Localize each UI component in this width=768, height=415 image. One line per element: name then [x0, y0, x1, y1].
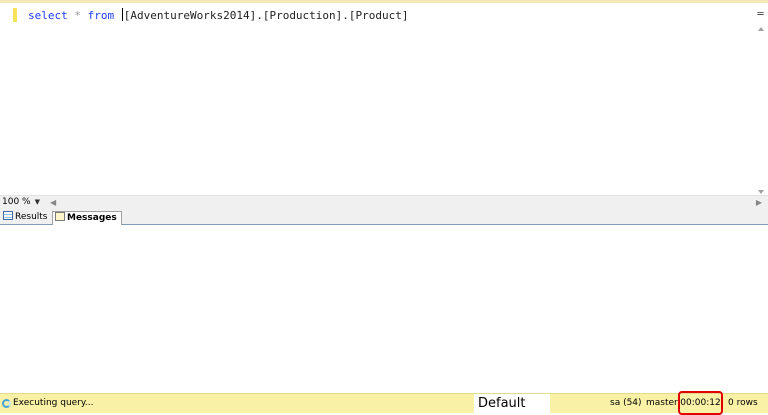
tab-messages-label: Messages: [67, 213, 117, 223]
zoom-bar: 100 % ▼ ◀ ▶: [0, 195, 768, 209]
split-icon[interactable]: ═: [754, 8, 767, 22]
keyword-from: from: [87, 9, 115, 22]
tab-results[interactable]: Results: [1, 211, 52, 225]
zoom-value: 100 %: [2, 197, 31, 207]
keyword-select: select: [28, 9, 68, 22]
results-tabs: Results Messages: [0, 209, 768, 225]
text-caret: [121, 8, 123, 21]
results-grid-icon: [3, 211, 13, 220]
zoom-dropdown[interactable]: 100 % ▼: [2, 196, 40, 209]
results-pane[interactable]: [0, 225, 768, 393]
star-operator: *: [74, 9, 81, 22]
messages-icon: [55, 212, 65, 221]
scroll-right-icon[interactable]: ▶: [756, 196, 762, 209]
chevron-down-icon: ▼: [34, 198, 40, 206]
tab-results-label: Results: [15, 212, 48, 222]
tab-messages[interactable]: Messages: [52, 211, 122, 225]
scroll-left-icon[interactable]: ◀: [50, 196, 56, 209]
spinner-icon: [2, 399, 11, 408]
query-text[interactable]: select * from [AdventureWorks2014].[Prod…: [28, 8, 409, 23]
row-count: 0 rows: [728, 398, 758, 408]
scroll-up-icon[interactable]: [758, 27, 764, 31]
editor-vertical-scrollbar[interactable]: ═: [752, 6, 768, 198]
status-bar: Executing query... Default sa (54) maste…: [0, 391, 768, 415]
connection-color-label: Default: [474, 394, 550, 413]
status-message: Executing query...: [13, 398, 94, 408]
query-editor[interactable]: select * from [AdventureWorks2014].[Prod…: [0, 0, 768, 198]
elapsed-time: 00:00:12: [678, 391, 723, 415]
table-name: [AdventureWorks2014].[Production].[Produ…: [123, 9, 409, 22]
scroll-down-icon[interactable]: [758, 190, 764, 194]
change-tracking-bar: [13, 8, 17, 22]
connection-user: sa (54): [610, 398, 642, 408]
current-database: master: [646, 398, 678, 408]
